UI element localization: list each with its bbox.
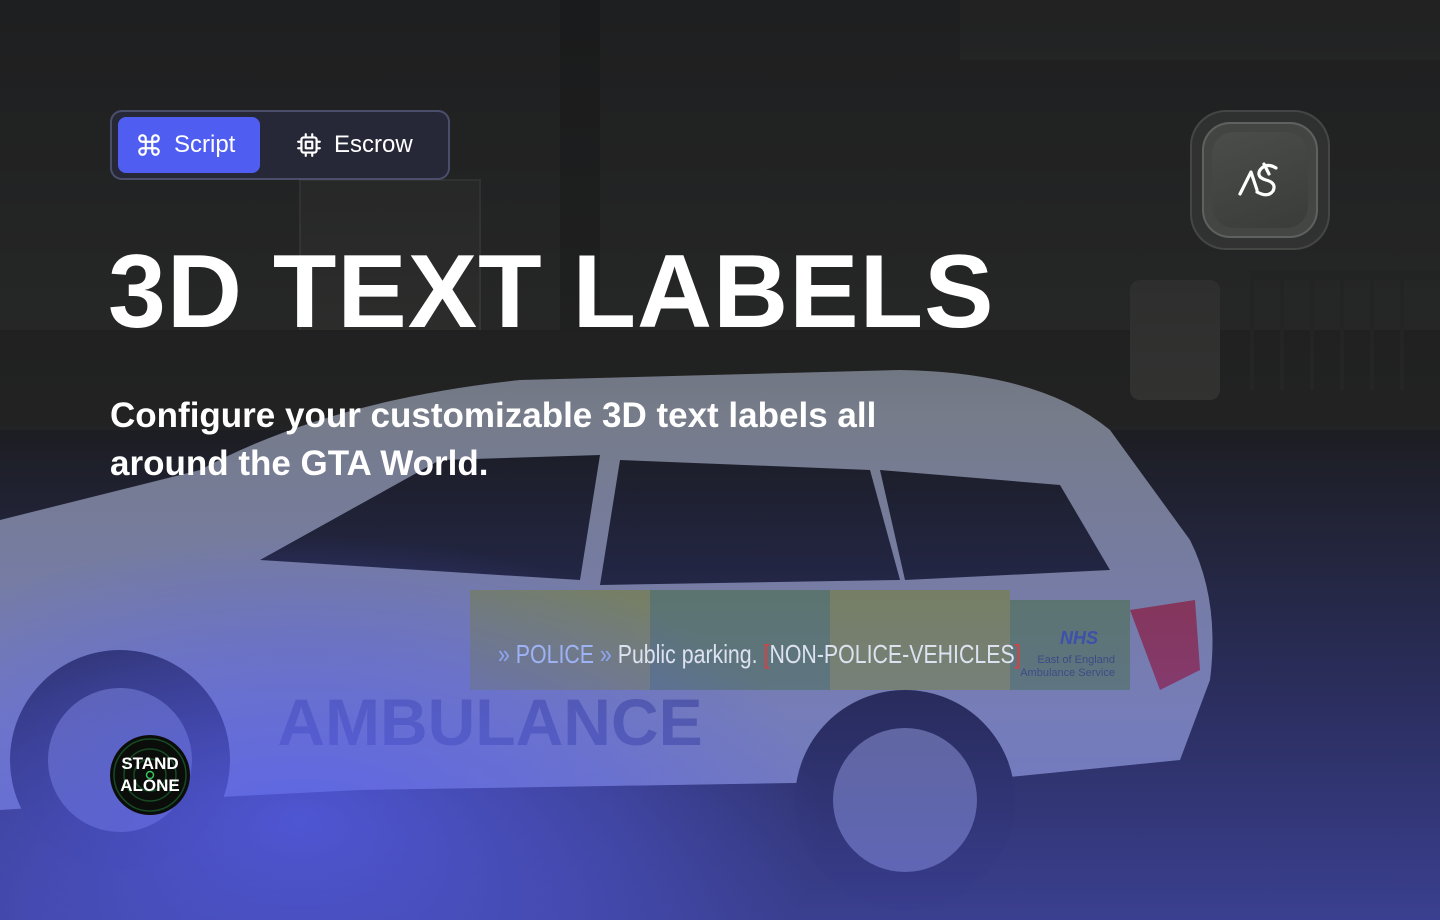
tab-escrow-label: Escrow bbox=[334, 131, 413, 158]
label-highlight: NON-POLICE-VEHICLES bbox=[769, 639, 1015, 669]
tab-script[interactable]: Script bbox=[118, 117, 260, 173]
product-type-tabs: Script Escrow bbox=[110, 110, 450, 180]
standalone-badge: STAND ALONE bbox=[110, 735, 190, 815]
tab-escrow[interactable]: Escrow bbox=[260, 117, 413, 173]
promo-banner: AMBULANCE NHS East of England Ambulance … bbox=[0, 0, 1440, 920]
vehicle-door-line-1: East of England bbox=[1037, 654, 1115, 666]
badge-line-2: ALONE bbox=[120, 776, 180, 795]
trash-bin bbox=[1130, 280, 1220, 400]
text-label-preview: » POLICE » Public parking. [NON-POLICE-V… bbox=[498, 636, 1021, 672]
page-subtitle: Configure your customizable 3D text labe… bbox=[110, 396, 877, 483]
brand-logo-frame bbox=[1202, 122, 1318, 238]
chip-icon bbox=[296, 132, 322, 158]
wall-upper-panel bbox=[960, 0, 1440, 60]
label-text: Public parking. bbox=[617, 639, 758, 669]
label-bracket-close: ] bbox=[1014, 639, 1021, 669]
brand-logo-badge bbox=[1190, 110, 1330, 250]
brand-logo-plate bbox=[1212, 132, 1308, 228]
badge-line-1: STAND bbox=[121, 754, 179, 773]
vehicle-door-line-2: Ambulance Service bbox=[1020, 667, 1115, 679]
vehicle-door-brand: NHS bbox=[1060, 628, 1098, 648]
command-icon bbox=[136, 132, 162, 158]
label-prefix-chevron: » bbox=[498, 639, 510, 669]
label-separator-chevron: » bbox=[599, 639, 612, 669]
vehicle-side-lettering: AMBULANCE bbox=[277, 685, 702, 759]
ns-logo-icon bbox=[1238, 162, 1278, 197]
label-tag: POLICE bbox=[515, 639, 595, 669]
page-title: 3D TEXT LABELS bbox=[108, 234, 995, 350]
tab-script-label: Script bbox=[174, 131, 236, 158]
